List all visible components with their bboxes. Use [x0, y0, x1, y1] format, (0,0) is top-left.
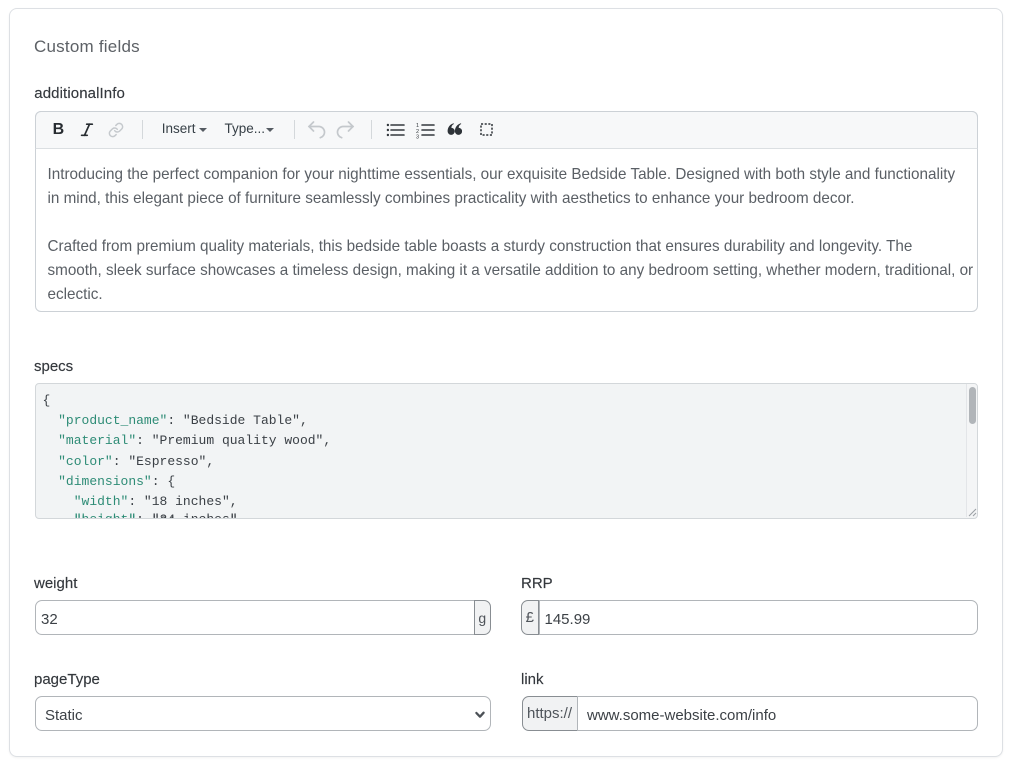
svg-text:3: 3 — [416, 134, 419, 138]
